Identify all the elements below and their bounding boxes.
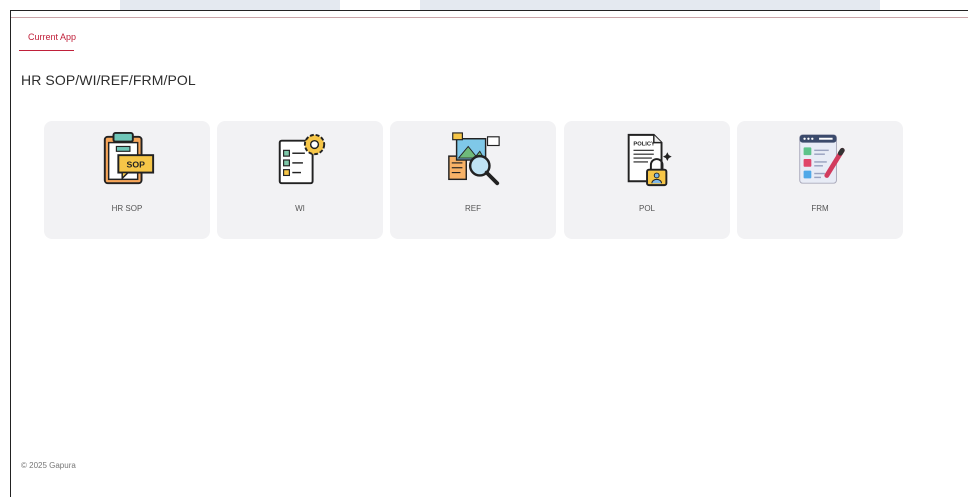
card-label: HR SOP [111,204,143,213]
checklist-gear-icon [278,133,326,185]
form-pencil-icon [799,134,845,184]
card-label: FRM [811,204,829,213]
card-label: WI [295,204,305,213]
svg-text:POLICY: POLICY [633,142,655,148]
header-accent-line [11,17,968,18]
tab-current-app[interactable]: Current App [28,32,76,42]
card-hr-sop[interactable]: SOP HR SOP [44,121,210,239]
card-label: POL [638,204,655,213]
clipboard-sop-icon: SOP [103,131,155,185]
tab-active-indicator [19,50,74,51]
app-frame: Current App HR SOP/WI/REF/FRM/POL SOP HR… [10,10,968,497]
card-ref[interactable]: REF [390,121,556,239]
page-title: HR SOP/WI/REF/FRM/POL [21,72,196,88]
card-wi[interactable]: WI [217,121,383,239]
footer-copyright: © 2025 Gapura [21,461,76,470]
policy-lock-icon: POLICY [627,133,672,187]
card-label: REF [465,204,481,213]
svg-text:SOP: SOP [127,160,146,170]
card-pol[interactable]: POLICY POL [564,121,730,239]
image-magnifier-icon [448,132,500,186]
card-frm[interactable]: FRM [737,121,903,239]
